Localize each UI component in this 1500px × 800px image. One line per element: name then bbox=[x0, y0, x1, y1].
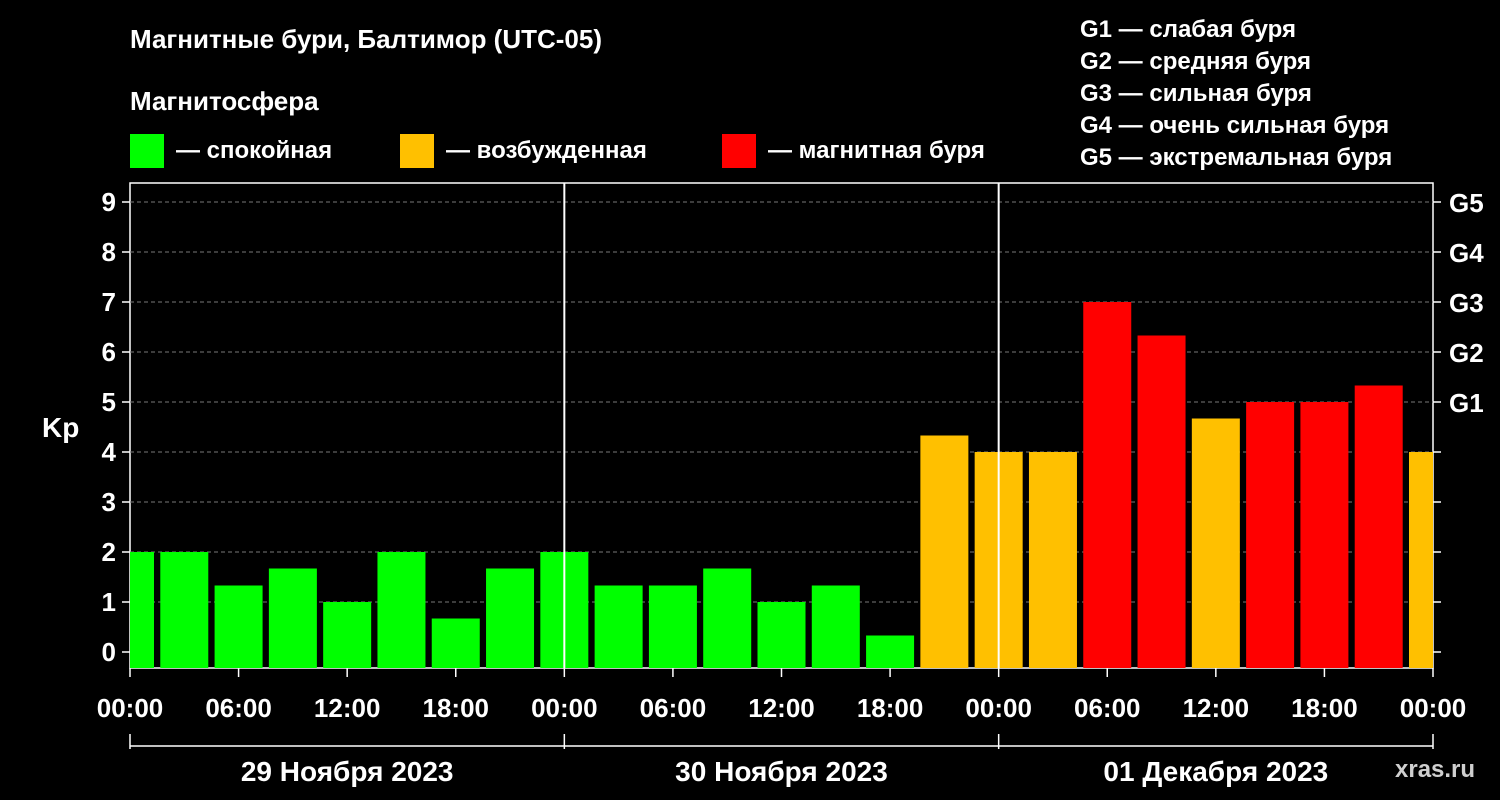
kp-bar bbox=[377, 552, 426, 668]
kp-bar bbox=[214, 585, 263, 668]
kp-bar bbox=[703, 568, 752, 668]
x-tick-label: 18:00 bbox=[857, 693, 924, 723]
kp-bar bbox=[1246, 402, 1295, 668]
x-tick-label: 00:00 bbox=[97, 693, 164, 723]
kp-bar bbox=[1409, 452, 1433, 668]
y-tick-label: 4 bbox=[102, 437, 117, 467]
kp-bar bbox=[431, 618, 480, 668]
y-axis-label: Kp bbox=[42, 412, 79, 443]
kp-bar bbox=[648, 585, 697, 668]
kp-bar bbox=[594, 585, 643, 668]
x-tick-label: 06:00 bbox=[1074, 693, 1141, 723]
kp-bar bbox=[920, 435, 969, 668]
day-label: 01 Декабря 2023 bbox=[1103, 756, 1328, 787]
x-tick-label: 18:00 bbox=[423, 693, 490, 723]
g-scale-label: G5 bbox=[1449, 188, 1484, 218]
x-tick-label: 00:00 bbox=[965, 693, 1032, 723]
kp-bar bbox=[1137, 335, 1186, 668]
kp-bar bbox=[268, 568, 317, 668]
y-tick-label: 1 bbox=[102, 587, 116, 617]
x-tick-label: 12:00 bbox=[1183, 693, 1250, 723]
kp-bar bbox=[757, 602, 806, 668]
x-tick-label: 06:00 bbox=[640, 693, 707, 723]
x-tick-label: 12:00 bbox=[314, 693, 381, 723]
y-tick-label: 9 bbox=[102, 187, 116, 217]
kp-bar bbox=[486, 568, 535, 668]
y-tick-label: 6 bbox=[102, 337, 116, 367]
kp-bar bbox=[1028, 452, 1077, 668]
x-tick-label: 00:00 bbox=[1400, 693, 1467, 723]
kp-bar bbox=[323, 602, 372, 668]
x-tick-label: 12:00 bbox=[748, 693, 815, 723]
kp-bar bbox=[130, 552, 154, 668]
x-tick-label: 00:00 bbox=[531, 693, 598, 723]
y-tick-label: 8 bbox=[102, 237, 116, 267]
x-tick-label: 06:00 bbox=[205, 693, 272, 723]
kp-bar bbox=[160, 552, 209, 668]
kp-bar bbox=[1083, 302, 1132, 668]
day-label: 29 Ноября 2023 bbox=[241, 756, 454, 787]
kp-bar bbox=[866, 635, 915, 668]
y-tick-label: 0 bbox=[102, 637, 116, 667]
y-tick-label: 7 bbox=[102, 287, 116, 317]
y-tick-label: 3 bbox=[102, 487, 116, 517]
g-scale-label: G3 bbox=[1449, 288, 1484, 318]
kp-bar-chart: 0 1 2 3 4 5 6 7 8 9 G1 G2 G3 G4 G5 Kp 00:00 06:00 12:00 18:… bbox=[42, 182, 1484, 787]
y-tick-label: 2 bbox=[102, 537, 116, 567]
x-tick-label: 18:00 bbox=[1291, 693, 1358, 723]
kp-bar bbox=[1354, 385, 1403, 668]
kp-bar bbox=[811, 585, 860, 668]
g-scale-label: G4 bbox=[1449, 238, 1484, 268]
watermark: xras.ru bbox=[1395, 756, 1476, 783]
kp-bar bbox=[1300, 402, 1349, 668]
day-label: 30 Ноября 2023 bbox=[675, 756, 888, 787]
y-tick-label: 5 bbox=[102, 387, 116, 417]
g-scale-label: G1 bbox=[1449, 388, 1484, 418]
g-scale-label: G2 bbox=[1449, 338, 1484, 368]
kp-bar bbox=[1191, 418, 1240, 668]
